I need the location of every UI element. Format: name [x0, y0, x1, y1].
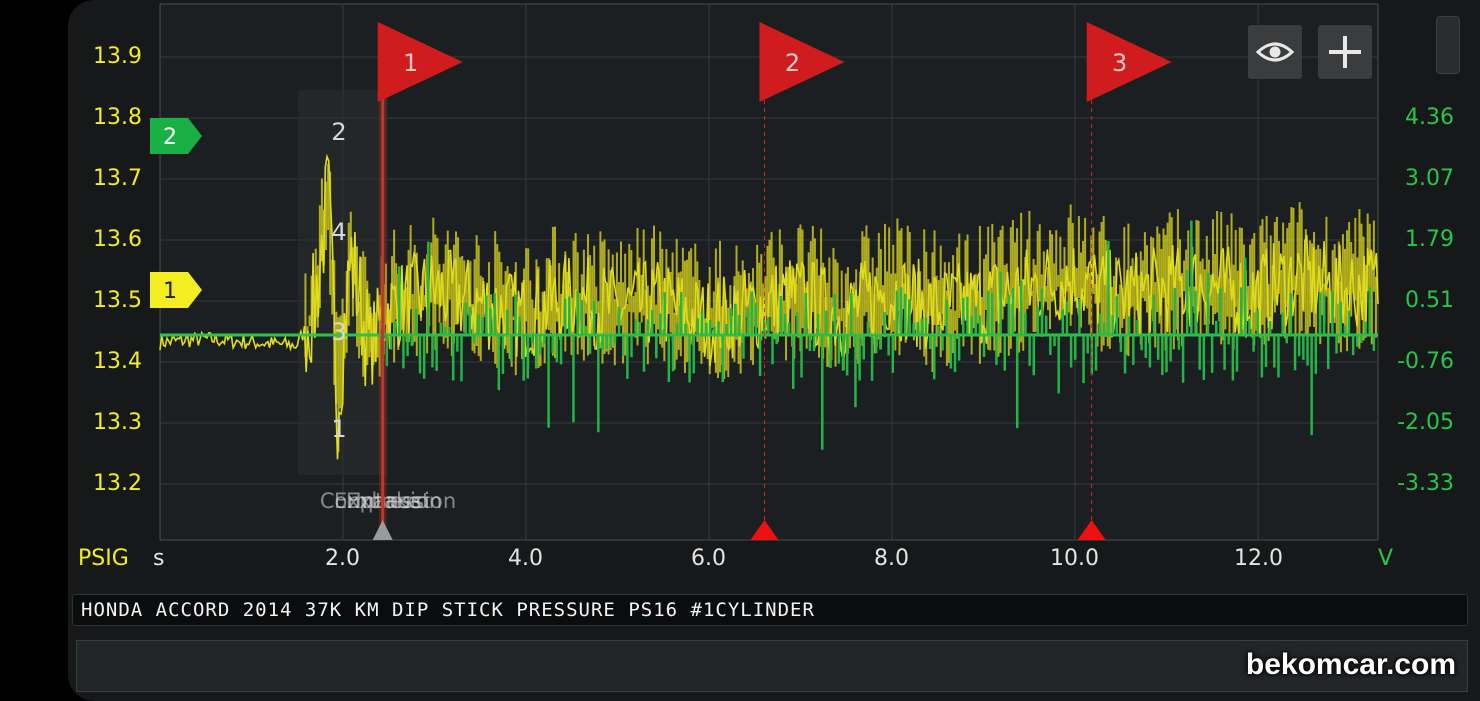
x-tick-label: 8.0: [874, 546, 909, 571]
left-tick-label: 13.3: [93, 410, 142, 435]
stroke-number-label: 4: [331, 218, 346, 246]
x-tick-label: 2.0: [325, 546, 360, 571]
x-tick-label: 12.0: [1234, 546, 1283, 571]
cursor-flag-label: 3: [1112, 49, 1127, 77]
left-tick-label: 13.5: [93, 288, 142, 313]
left-tick-label: 13.4: [93, 349, 142, 374]
capture-title: HONDA ACCORD 2014 37K KM DIP STICK PRESS…: [81, 599, 815, 621]
capture-title-bar: HONDA ACCORD 2014 37K KM DIP STICK PRESS…: [72, 594, 1468, 626]
left-tick-label: 13.7: [93, 166, 142, 191]
right-unit-label: V: [1378, 546, 1394, 571]
eye-icon: [1255, 42, 1295, 62]
x-tick-label: 6.0: [691, 546, 726, 571]
left-unit-label: PSIG: [78, 546, 129, 571]
channel-marker-label: 1: [163, 279, 177, 304]
right-tick-label: -2.05: [1397, 410, 1454, 435]
visibility-button[interactable]: [1248, 25, 1302, 79]
left-tick-label: 13.2: [93, 471, 142, 496]
x-tick-label: 10.0: [1050, 546, 1099, 571]
cursor-shade: [378, 60, 387, 530]
right-tick-label: 3.07: [1405, 166, 1454, 191]
cursor-flag-label: 1: [403, 49, 418, 77]
right-tick-label: 4.36: [1405, 105, 1454, 130]
drawer-handle[interactable]: [1436, 16, 1460, 74]
right-tick-label: 1.79: [1405, 227, 1454, 252]
channel-marker-label: 2: [163, 125, 177, 150]
watermark: bekomcar.com: [1245, 648, 1456, 681]
stroke-number-label: 1: [331, 415, 346, 443]
plus-icon: [1329, 36, 1361, 68]
right-tick-label: -3.33: [1397, 471, 1454, 496]
x-unit-label: s: [153, 546, 165, 571]
right-tick-label: -0.76: [1397, 349, 1454, 374]
add-button[interactable]: [1318, 25, 1372, 79]
left-tick-label: 13.9: [93, 44, 142, 69]
right-tick-label: 0.51: [1405, 288, 1454, 313]
left-tick-label: 13.8: [93, 105, 142, 130]
stroke-number-label: 3: [331, 318, 346, 346]
x-tick-label: 4.0: [508, 546, 543, 571]
stroke-number-label: 2: [331, 118, 346, 146]
cursor-flag-label: 2: [785, 49, 800, 77]
left-tick-label: 13.6: [93, 227, 142, 252]
stroke-word-label: Intake: [356, 489, 421, 513]
